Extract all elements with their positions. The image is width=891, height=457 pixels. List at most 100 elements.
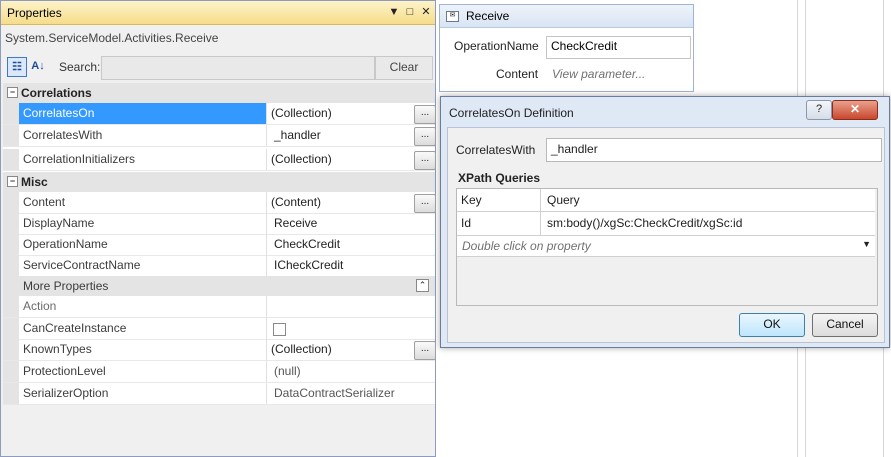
property-row-protectionlevel[interactable]: ProtectionLevel (null): [3, 361, 435, 383]
new-query-placeholder: Double click on property: [462, 239, 591, 253]
properties-title: Properties: [7, 6, 62, 20]
collapse-up-icon[interactable]: ⌃: [416, 279, 429, 292]
property-row-operationname[interactable]: OperationName CheckCredit: [3, 234, 435, 256]
operation-name-input[interactable]: CheckCredit: [546, 36, 691, 59]
operation-name-label: OperationName: [454, 39, 539, 53]
property-name[interactable]: DisplayName: [19, 213, 267, 234]
selected-object-type: System.ServiceModel.Activities.Receive: [5, 31, 219, 45]
property-row-content[interactable]: Content (Content) ...: [3, 192, 436, 214]
receive-activity[interactable]: ✉ Receive OperationName CheckCredit Cont…: [439, 4, 694, 92]
property-name[interactable]: ServiceContractName: [19, 255, 267, 276]
property-value[interactable]: DataContractSerializer: [268, 383, 412, 404]
ellipsis-button[interactable]: ...: [414, 127, 436, 146]
property-value[interactable]: (Collection): [268, 103, 412, 124]
row-gutter: [3, 125, 19, 146]
xpath-queries-title: XPath Queries: [458, 171, 541, 185]
table-row[interactable]: Id sm:body()/xgSc:CheckCredit/xgSc:id: [457, 212, 875, 236]
row-gutter: [3, 103, 19, 124]
row-gutter: [3, 149, 19, 170]
property-name[interactable]: CorrelationInitializers: [19, 149, 267, 170]
row-gutter: [3, 318, 19, 339]
property-grid: − Correlations CorrelatesOn (Collection)…: [3, 83, 436, 456]
close-button[interactable]: ✕: [832, 100, 878, 120]
property-name[interactable]: CanCreateInstance: [19, 318, 267, 339]
content-label: Content: [496, 67, 539, 81]
property-value[interactable]: ICheckCredit: [268, 255, 412, 276]
dropdown-arrow-icon[interactable]: ▼: [862, 239, 871, 249]
property-name[interactable]: CorrelatesWith: [19, 125, 267, 146]
property-value[interactable]: (Collection): [268, 339, 412, 360]
dialog-title: CorrelatesOn Definition: [449, 106, 574, 120]
property-name[interactable]: ProtectionLevel: [19, 361, 267, 382]
property-row-displayname[interactable]: DisplayName Receive: [3, 213, 435, 235]
view-parameter-link[interactable]: View parameter...: [552, 67, 645, 81]
envelope-icon: ✉: [446, 11, 459, 22]
property-value[interactable]: (Content): [268, 192, 412, 213]
search-label: Search:: [59, 60, 101, 74]
maximize-icon[interactable]: □: [403, 5, 417, 19]
property-value[interactable]: CheckCredit: [268, 234, 412, 255]
ellipsis-button[interactable]: ...: [414, 151, 436, 170]
cancel-button[interactable]: Cancel: [812, 313, 878, 337]
correlates-with-input[interactable]: _handler: [546, 138, 882, 162]
property-value[interactable]: [268, 296, 412, 317]
ok-button[interactable]: OK: [739, 313, 805, 337]
new-query-row[interactable]: Double click on property ▼: [457, 236, 875, 257]
more-properties-header[interactable]: More Properties ⌃: [19, 276, 435, 296]
properties-panel: Properties ▼ □ ✕ System.ServiceModel.Act…: [0, 0, 436, 457]
column-header-key[interactable]: Key: [457, 189, 541, 211]
property-value[interactable]: Receive: [268, 213, 412, 234]
property-row-action[interactable]: Action: [3, 296, 435, 318]
properties-toolbar: ☷ A↓ Search: Clear: [1, 53, 435, 83]
grid-empty-area: [3, 405, 435, 456]
property-row-cancreateinstance[interactable]: CanCreateInstance: [3, 318, 435, 340]
property-name[interactable]: CorrelatesOn: [19, 103, 267, 124]
dropdown-arrow-icon[interactable]: ▼: [387, 5, 401, 19]
property-row-servicecontractname[interactable]: ServiceContractName ICheckCredit: [3, 255, 435, 277]
category-correlations[interactable]: − Correlations: [3, 83, 435, 103]
table-header: Key Query: [457, 189, 875, 212]
property-name[interactable]: Content: [19, 192, 267, 213]
query-value-cell[interactable]: sm:body()/xgSc:CheckCredit/xgSc:id: [542, 212, 742, 235]
xpath-queries-table: Key Query Id sm:body()/xgSc:CheckCredit/…: [456, 188, 878, 306]
property-name[interactable]: OperationName: [19, 234, 267, 255]
property-value[interactable]: (null): [268, 361, 412, 382]
collapse-icon[interactable]: −: [7, 87, 18, 98]
category-misc[interactable]: − Misc: [3, 172, 435, 192]
property-row-serializeroption[interactable]: SerializerOption DataContractSerializer: [3, 383, 435, 405]
row-gutter: [3, 339, 19, 360]
ellipsis-button[interactable]: ...: [414, 341, 436, 360]
property-row-knowntypes[interactable]: KnownTypes (Collection) ...: [3, 339, 436, 361]
query-key-cell[interactable]: Id: [457, 212, 541, 235]
property-value[interactable]: (Collection): [268, 149, 412, 170]
receive-activity-title: Receive: [466, 9, 510, 23]
close-icon[interactable]: ✕: [419, 5, 433, 19]
more-properties-label: More Properties: [23, 279, 109, 293]
row-gutter: [3, 192, 19, 213]
row-gutter: [3, 361, 19, 382]
categorized-view-icon[interactable]: ☷: [7, 57, 27, 77]
column-header-query[interactable]: Query: [542, 189, 580, 211]
clear-button[interactable]: Clear: [375, 56, 433, 80]
alphabetical-sort-icon[interactable]: A↓: [29, 57, 47, 75]
row-gutter: [3, 276, 19, 296]
property-name[interactable]: Action: [19, 296, 267, 317]
receive-activity-header[interactable]: ✉ Receive: [440, 5, 693, 28]
property-value[interactable]: _handler: [268, 125, 412, 146]
property-name[interactable]: KnownTypes: [19, 339, 267, 360]
help-button[interactable]: ?: [806, 100, 832, 120]
properties-title-bar[interactable]: Properties ▼ □ ✕: [1, 1, 435, 25]
dialog-body: CorrelatesWith _handler XPath Queries Ke…: [447, 127, 885, 343]
ellipsis-button[interactable]: ...: [414, 194, 436, 213]
row-gutter: [3, 255, 19, 276]
row-gutter: [3, 296, 19, 317]
cancreateinstance-checkbox[interactable]: [273, 323, 286, 336]
collapse-icon[interactable]: −: [7, 176, 18, 187]
property-row-correlateswith[interactable]: CorrelatesWith _handler ...: [3, 125, 436, 147]
search-input[interactable]: [101, 56, 375, 80]
ellipsis-button[interactable]: ...: [414, 105, 436, 124]
property-row-correlateson[interactable]: CorrelatesOn (Collection) ...: [3, 103, 436, 125]
property-name[interactable]: SerializerOption: [19, 383, 267, 404]
property-row-correlationinitializers[interactable]: CorrelationInitializers (Collection) ...: [3, 149, 436, 171]
row-gutter: [3, 383, 19, 404]
